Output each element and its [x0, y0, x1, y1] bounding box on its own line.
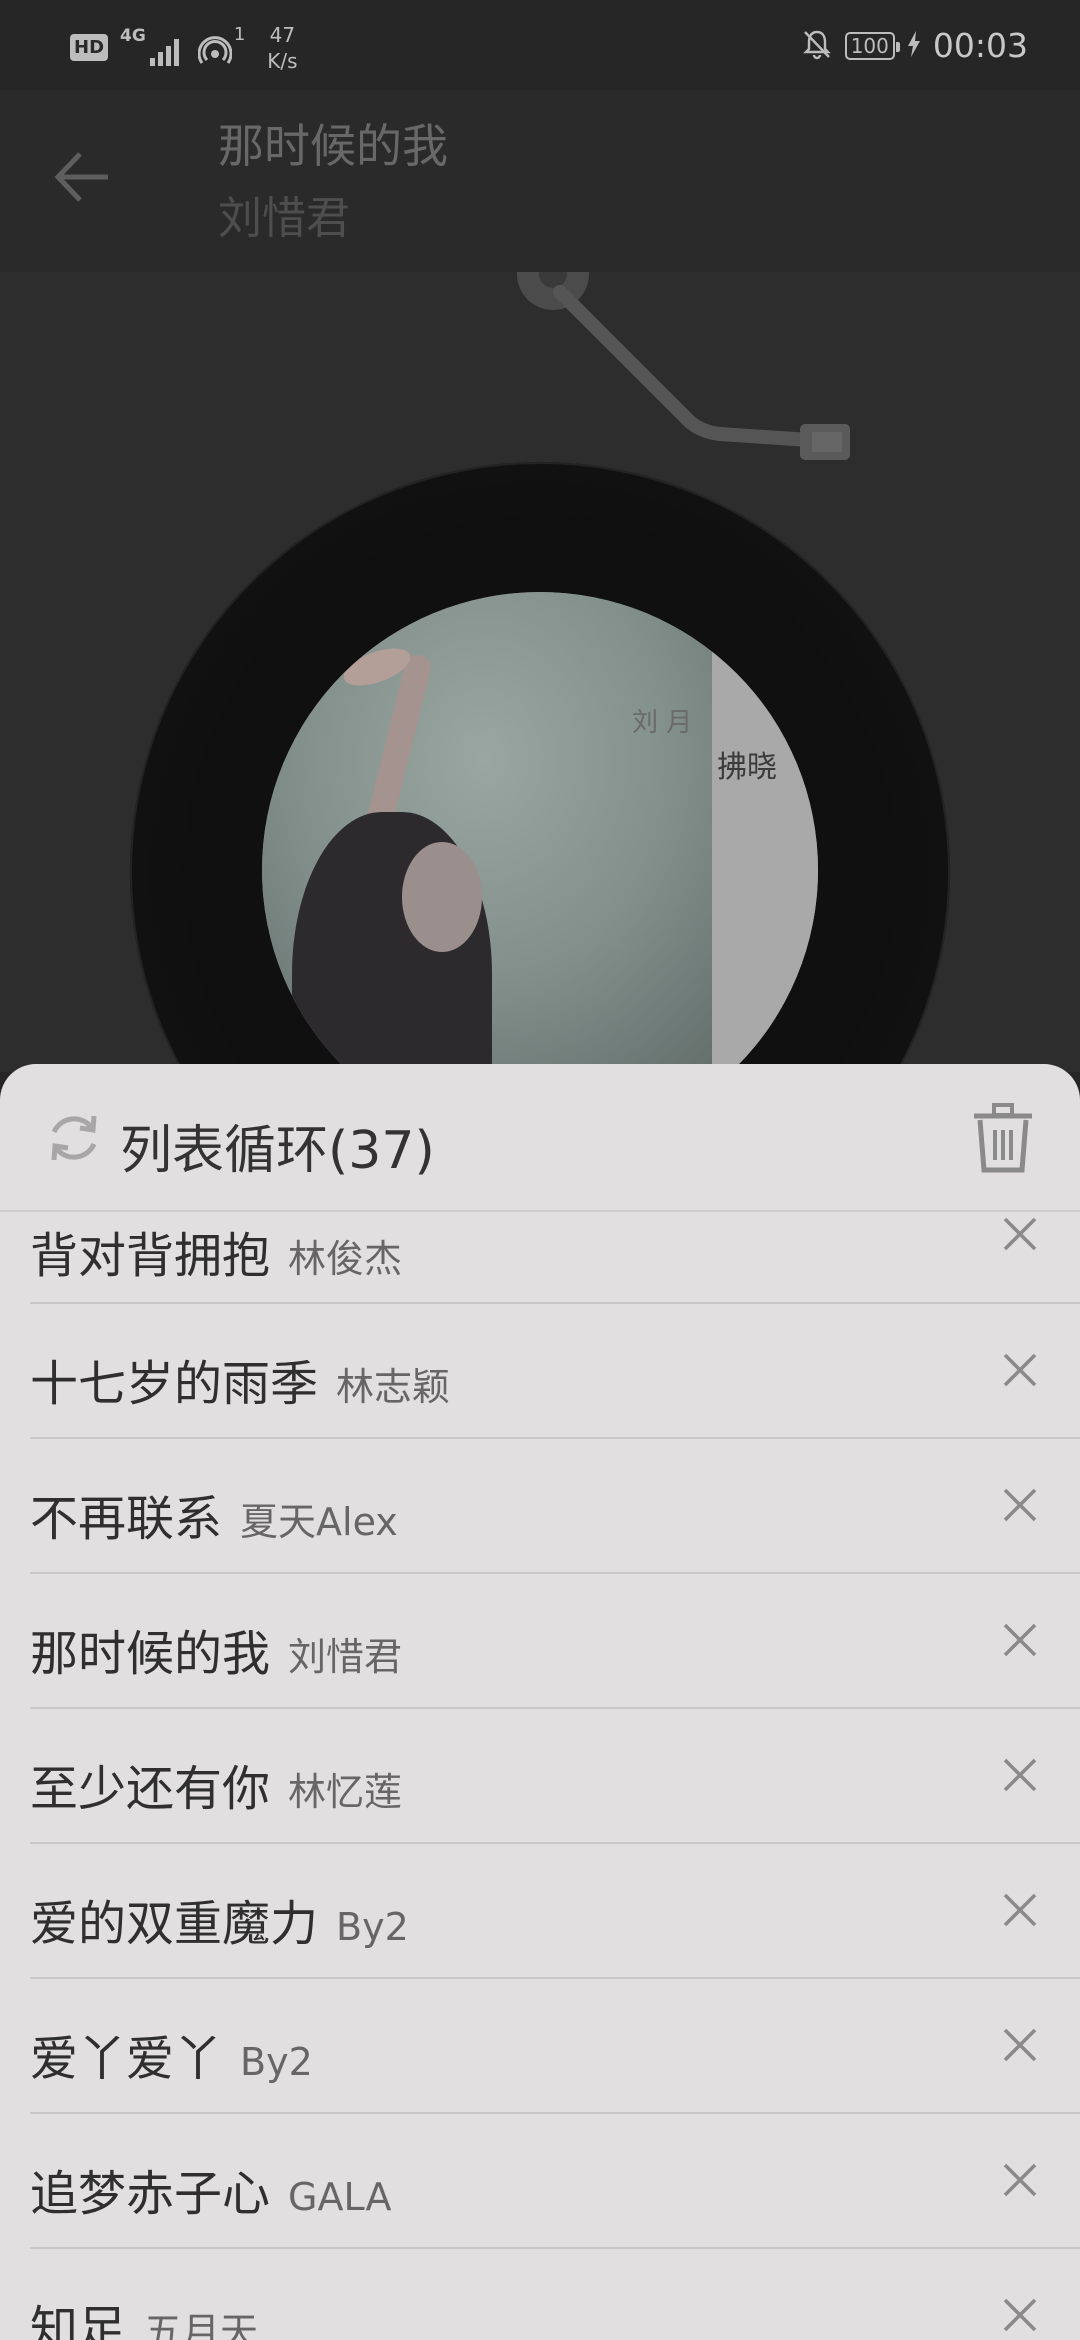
cover-text-large: 拂晓	[717, 750, 777, 785]
song-name: 十七岁的雨季	[30, 1356, 319, 1412]
song-artist: 刘惜君	[218, 193, 350, 244]
remove-song-button[interactable]	[960, 2140, 1080, 2220]
list-item[interactable]: 知足 五月天	[30, 2249, 1080, 2340]
song-title: 十七岁的雨季 林志颖	[30, 1344, 450, 1414]
close-icon	[1003, 1353, 1037, 1387]
tonearm-icon	[517, 272, 850, 460]
song-name: 至少还有你	[30, 1761, 271, 1817]
remove-song-button[interactable]	[960, 1465, 1080, 1545]
close-icon	[1003, 1758, 1037, 1792]
song-name: 追梦赤子心	[30, 2166, 271, 2222]
playlist-list: 背对背拥抱 林俊杰 十七岁的雨季 林志颖 不再联系 夏天Alex 那时候的我 刘…	[0, 1212, 1080, 2340]
close-icon	[1003, 2298, 1037, 2332]
list-item[interactable]: 不再联系 夏天Alex	[30, 1439, 1080, 1574]
cover-text-small: 刘 月	[632, 708, 693, 738]
remove-song-button[interactable]	[960, 1330, 1080, 1410]
arrow-left-icon	[54, 152, 108, 202]
song-title: 爱丫爱丫 By2	[30, 2019, 313, 2089]
speed-value: 47	[269, 23, 296, 47]
song-artist: By2	[336, 1905, 409, 1949]
remove-song-button[interactable]	[960, 1735, 1080, 1815]
song-title: 不再联系 夏天Alex	[30, 1479, 398, 1549]
song-name: 那时候的我	[30, 1626, 271, 1682]
status-left: HD 4G 1 47 K/s	[70, 22, 298, 74]
mute-bell-icon	[801, 28, 833, 64]
clear-playlist-button[interactable]	[970, 1102, 1036, 1174]
song-name: 不再联系	[30, 1491, 223, 1547]
list-item[interactable]: 那时候的我 刘惜君	[30, 1574, 1080, 1709]
song-title: 背对背拥抱 林俊杰	[30, 1216, 402, 1286]
close-icon	[1003, 2163, 1037, 2197]
battery-icon: 100	[844, 31, 901, 60]
hotspot-count: 1	[233, 24, 246, 45]
repeat-icon	[51, 1115, 97, 1161]
song-title: 追梦赤子心 GALA	[30, 2154, 392, 2224]
song-artist: By2	[240, 2040, 313, 2084]
song-title: 那时候的我 刘惜君	[30, 1614, 402, 1684]
back-button[interactable]	[48, 142, 118, 212]
song-name: 爱丫爱丫	[30, 2031, 223, 2087]
song-artist: 刘惜君	[288, 1635, 403, 1679]
network-type: 4G	[120, 26, 146, 46]
song-artist: 林忆莲	[288, 1770, 403, 1814]
playlist-mode-label[interactable]: 列表循环(37)	[120, 1108, 435, 1183]
song-name: 爱的双重魔力	[30, 1896, 319, 1952]
list-item[interactable]: 追梦赤子心 GALA	[30, 2114, 1080, 2249]
vinyl-disc: 刘 月 拂晓	[130, 462, 950, 1072]
remove-song-button[interactable]	[960, 2275, 1080, 2340]
close-icon	[1003, 1217, 1037, 1251]
cover-face	[402, 842, 482, 952]
charging-icon	[907, 30, 921, 61]
list-item[interactable]: 至少还有你 林忆莲	[30, 1709, 1080, 1844]
song-artist: 夏天Alex	[240, 1500, 398, 1544]
song-name: 知足	[30, 2301, 127, 2340]
remove-song-button[interactable]	[960, 1870, 1080, 1950]
status-right: 100 00:03	[801, 26, 1028, 65]
signal-icon	[149, 36, 184, 70]
player-header: 那时候的我 刘惜君	[0, 90, 1080, 274]
song-title: 至少还有你 林忆莲	[30, 1749, 402, 1819]
playlist-sheet: 列表循环(37) 背对背拥抱 林俊杰 十七岁的雨季 林志颖 不再联系 夏天Ale…	[0, 1064, 1080, 2340]
cover-panel	[712, 592, 818, 1072]
playlist-header: 列表循环(37)	[0, 1064, 1080, 1212]
song-artist: 林志颖	[336, 1365, 451, 1409]
speed-unit: K/s	[267, 49, 298, 73]
song-artist: 林俊杰	[288, 1237, 403, 1281]
song-artist: GALA	[288, 2175, 392, 2219]
loop-mode-button[interactable]	[42, 1106, 106, 1170]
album-cover: 刘 月 拂晓	[262, 592, 818, 1072]
network-speed: 47 K/s	[267, 22, 297, 74]
song-artist: 五月天	[144, 2310, 259, 2340]
song-name: 背对背拥抱	[30, 1228, 271, 1284]
close-icon	[1003, 2028, 1037, 2062]
status-bar: HD 4G 1 47 K/s 100 00:03	[0, 0, 1080, 90]
hotspot-icon	[197, 34, 233, 68]
list-item[interactable]: 背对背拥抱 林俊杰	[30, 1212, 1080, 1304]
remove-song-button[interactable]	[960, 1194, 1080, 1274]
song-title: 那时候的我	[218, 119, 448, 173]
list-item[interactable]: 爱丫爱丫 By2	[30, 1979, 1080, 2114]
player-area: 刘 月 拂晓	[0, 272, 1080, 1072]
close-icon	[1003, 1623, 1037, 1657]
remove-song-button[interactable]	[960, 2005, 1080, 2085]
song-title: 知足 五月天	[30, 2289, 258, 2340]
hd-badge: HD	[70, 34, 109, 61]
song-title: 爱的双重魔力 By2	[30, 1884, 409, 1954]
close-icon	[1003, 1488, 1037, 1522]
close-icon	[1003, 1893, 1037, 1927]
list-item[interactable]: 十七岁的雨季 林志颖	[30, 1304, 1080, 1439]
remove-song-button[interactable]	[960, 1600, 1080, 1680]
trash-icon	[974, 1103, 1032, 1173]
status-time: 00:03	[932, 26, 1028, 65]
list-item[interactable]: 爱的双重魔力 By2	[30, 1844, 1080, 1979]
